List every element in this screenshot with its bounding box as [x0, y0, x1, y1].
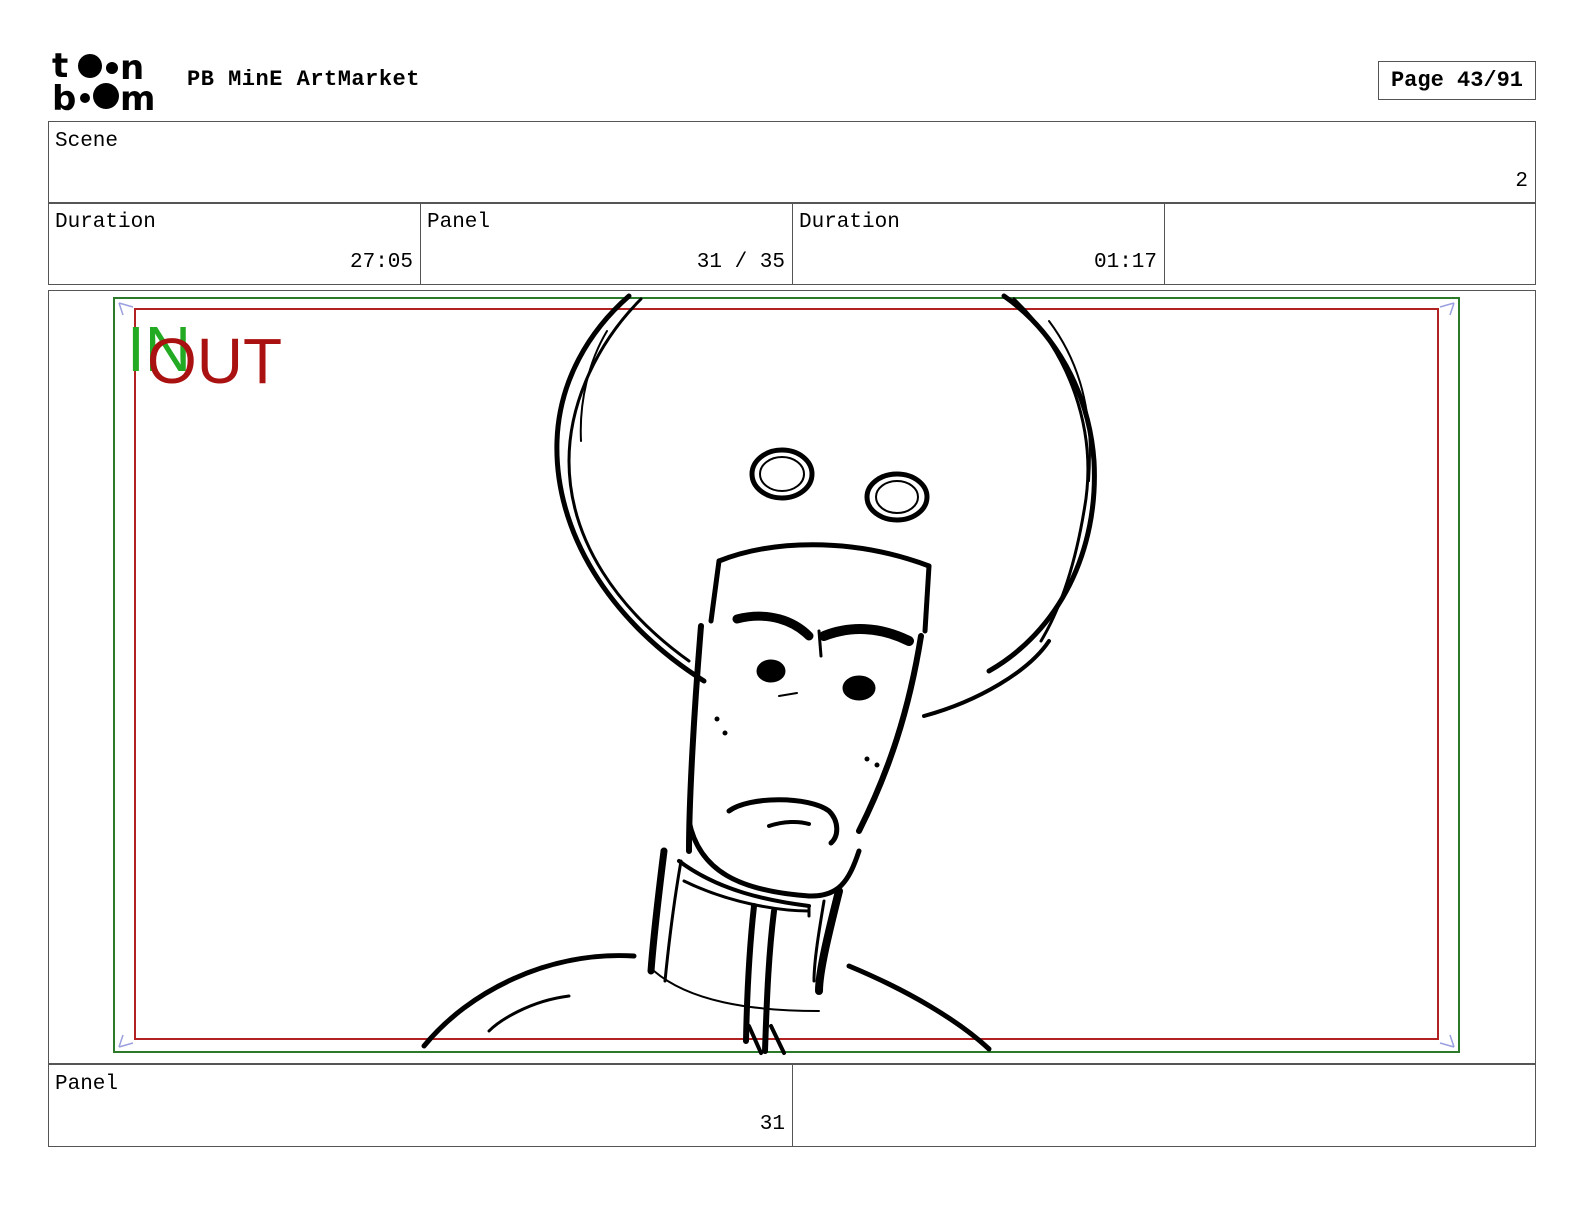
- empty-cell: [1165, 203, 1535, 284]
- scene-row: Scene 2: [48, 121, 1536, 204]
- footer-panel-cell: Panel 31: [49, 1065, 793, 1146]
- duration-cell: Duration 27:05: [49, 203, 421, 284]
- scene-label: Scene: [55, 130, 119, 153]
- panel-duration-value: 01:17: [1093, 251, 1157, 274]
- panel-value: 31 / 35: [696, 251, 785, 274]
- footer-panel-label: Panel: [55, 1073, 119, 1096]
- svg-text:b: b: [52, 79, 76, 112]
- out-marker: OUT: [147, 325, 283, 397]
- svg-text:m: m: [120, 79, 155, 112]
- duration-label: Duration: [55, 211, 156, 234]
- panel-drawing: [113, 293, 1460, 1055]
- action-frame: [134, 308, 1439, 1040]
- page-indicator: Page 43/91: [1378, 61, 1536, 100]
- storyboard-panel-frame: IN OUT: [48, 290, 1536, 1064]
- scene-value: 2: [1515, 170, 1528, 193]
- character-sketch: [421, 293, 1097, 1055]
- info-row: Duration 27:05 Panel 31 / 35 Duration 01…: [48, 202, 1536, 285]
- panel-cell: Panel 31 / 35: [421, 203, 793, 284]
- project-title: PB MinE ArtMarket: [187, 67, 420, 92]
- footer-notes-cell: [793, 1065, 1535, 1146]
- panel-duration-cell: Duration 01:17: [793, 203, 1165, 284]
- duration-value: 27:05: [349, 251, 413, 274]
- footer-row: Panel 31: [48, 1064, 1536, 1147]
- corner-markers: [118, 302, 1455, 1048]
- panel-duration-label: Duration: [799, 211, 900, 234]
- panel-label: Panel: [427, 211, 491, 234]
- toon-boom-logo: t n b m: [52, 46, 164, 119]
- safe-area-frame: [113, 297, 1460, 1053]
- footer-panel-value: 31: [759, 1113, 785, 1136]
